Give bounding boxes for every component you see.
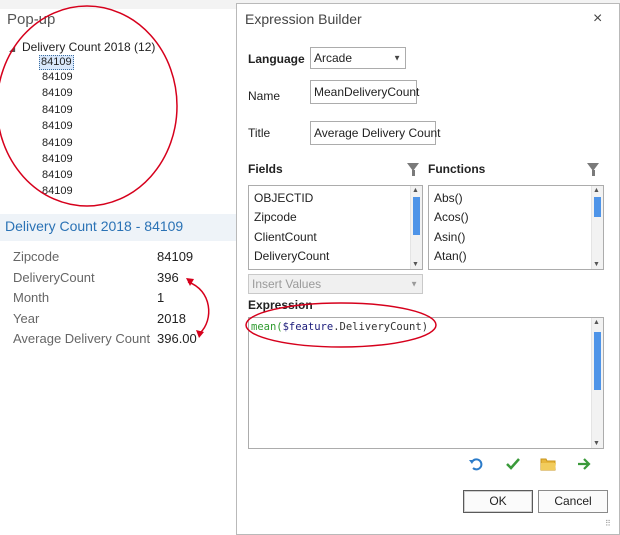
scroll-up-icon[interactable]: ▲ — [593, 187, 600, 194]
attribute-name: Month — [13, 290, 50, 305]
fields-scrollbar[interactable]: ▲ ▼ — [410, 186, 422, 269]
undo-icon[interactable] — [468, 456, 484, 472]
title-label: Title — [248, 126, 271, 140]
list-item[interactable]: Zipcode — [254, 210, 297, 224]
tree-item-84109[interactable]: 84109 — [41, 120, 74, 133]
functions-scrollbar[interactable]: ▲ ▼ — [591, 186, 603, 269]
attribute-value: 2018 — [157, 311, 186, 326]
fields-list[interactable]: OBJECTID Zipcode ClientCount DeliveryCou… — [248, 185, 423, 270]
expression-code[interactable]: mean($feature.DeliveryCount) — [251, 321, 428, 333]
language-dropdown[interactable]: Arcade ▼ — [310, 47, 406, 69]
name-input[interactable]: MeanDeliveryCount — [310, 80, 420, 104]
attribute-value: 84109 — [157, 249, 194, 264]
expression-editor[interactable]: mean($feature.DeliveryCount) ▲ ▼ — [248, 317, 604, 449]
code-function: mean( — [251, 321, 283, 333]
record-title: Delivery Count 2018 - 84109 — [5, 218, 184, 234]
name-value: MeanDeliveryCount — [314, 85, 420, 99]
list-item[interactable]: Acos() — [434, 210, 469, 224]
close-icon[interactable]: × — [593, 10, 602, 28]
dialog-title: Expression Builder — [245, 11, 362, 27]
scroll-thumb[interactable] — [594, 332, 601, 390]
scroll-up-icon[interactable]: ▲ — [593, 319, 600, 326]
insert-values-label: Insert Values — [252, 277, 322, 291]
tree-item-84109[interactable]: 84109 — [41, 87, 74, 100]
popup-pane: Pop-up ◢ Delivery Count 2018 (12) 84109 … — [0, 9, 237, 535]
scroll-thumb[interactable] — [413, 197, 420, 235]
insert-values-dropdown[interactable]: Insert Values ▼ — [248, 274, 423, 294]
tree-collapse-icon[interactable]: ◢ — [9, 44, 15, 53]
list-item[interactable]: Abs() — [434, 191, 463, 205]
scroll-up-icon[interactable]: ▲ — [412, 187, 419, 194]
title-value: Average Delivery Count — [314, 126, 441, 140]
attribute-name: DeliveryCount — [13, 270, 95, 285]
attribute-value: 396 — [157, 270, 179, 285]
fields-label: Fields — [248, 162, 283, 176]
list-item[interactable]: Atan() — [434, 249, 467, 263]
attribute-name: Zipcode — [13, 249, 60, 264]
tree-item-84109[interactable]: 84109 — [41, 169, 74, 182]
attribute-name: Average Delivery Count — [13, 331, 151, 346]
code-property: .DeliveryCount) — [333, 321, 429, 333]
ok-button[interactable]: OK — [463, 490, 533, 513]
language-value: Arcade — [314, 51, 353, 65]
tree-item-84109[interactable]: 84109 — [41, 137, 74, 150]
list-item[interactable]: DeliveryCount — [254, 249, 329, 263]
tree-item-84109[interactable]: 84109 — [41, 153, 74, 166]
dropdown-arrow-icon: ▼ — [393, 53, 401, 63]
list-item[interactable]: Asin() — [434, 230, 465, 244]
scroll-down-icon[interactable]: ▼ — [593, 261, 600, 268]
tree-item-84109[interactable]: 84109 — [41, 185, 74, 198]
scroll-down-icon[interactable]: ▼ — [412, 261, 419, 268]
tree-item-84109[interactable]: 84109 — [41, 71, 74, 84]
tree-item-84109[interactable]: 84109 — [39, 55, 74, 70]
attribute-value: 396.00 — [157, 331, 197, 346]
popup-title: Pop-up — [7, 11, 56, 28]
scroll-down-icon[interactable]: ▼ — [593, 440, 600, 447]
tree-item-84109[interactable]: 84109 — [41, 104, 74, 117]
folder-icon[interactable] — [540, 457, 557, 471]
expression-scrollbar[interactable]: ▲ ▼ — [591, 318, 603, 448]
attribute-value: 1 — [157, 290, 165, 305]
cancel-button[interactable]: Cancel — [538, 490, 608, 513]
expression-label: Expression — [248, 298, 313, 312]
language-label: Language — [248, 52, 305, 66]
funnel-icon[interactable] — [587, 163, 599, 176]
functions-label: Functions — [428, 162, 486, 176]
scroll-thumb[interactable] — [594, 197, 601, 217]
name-label: Name — [248, 89, 281, 103]
code-variable: $feature — [282, 321, 334, 333]
list-item[interactable]: OBJECTID — [254, 191, 313, 205]
resize-grip-icon[interactable]: ⠿ — [605, 519, 611, 528]
expression-builder-dialog: Expression Builder × Language Arcade ▼ N… — [236, 3, 620, 535]
tree-layer-header[interactable]: Delivery Count 2018 (12) — [22, 40, 155, 54]
title-input[interactable]: Average Delivery Count — [310, 121, 441, 145]
list-item[interactable]: ClientCount — [254, 230, 317, 244]
functions-list[interactable]: Abs() Acos() Asin() Atan() ▲ ▼ — [428, 185, 604, 270]
arrow-right-icon[interactable] — [576, 456, 592, 472]
funnel-icon[interactable] — [407, 163, 419, 176]
check-icon[interactable] — [505, 456, 521, 472]
attribute-name: Year — [13, 311, 40, 326]
dropdown-arrow-icon: ▼ — [410, 279, 418, 289]
